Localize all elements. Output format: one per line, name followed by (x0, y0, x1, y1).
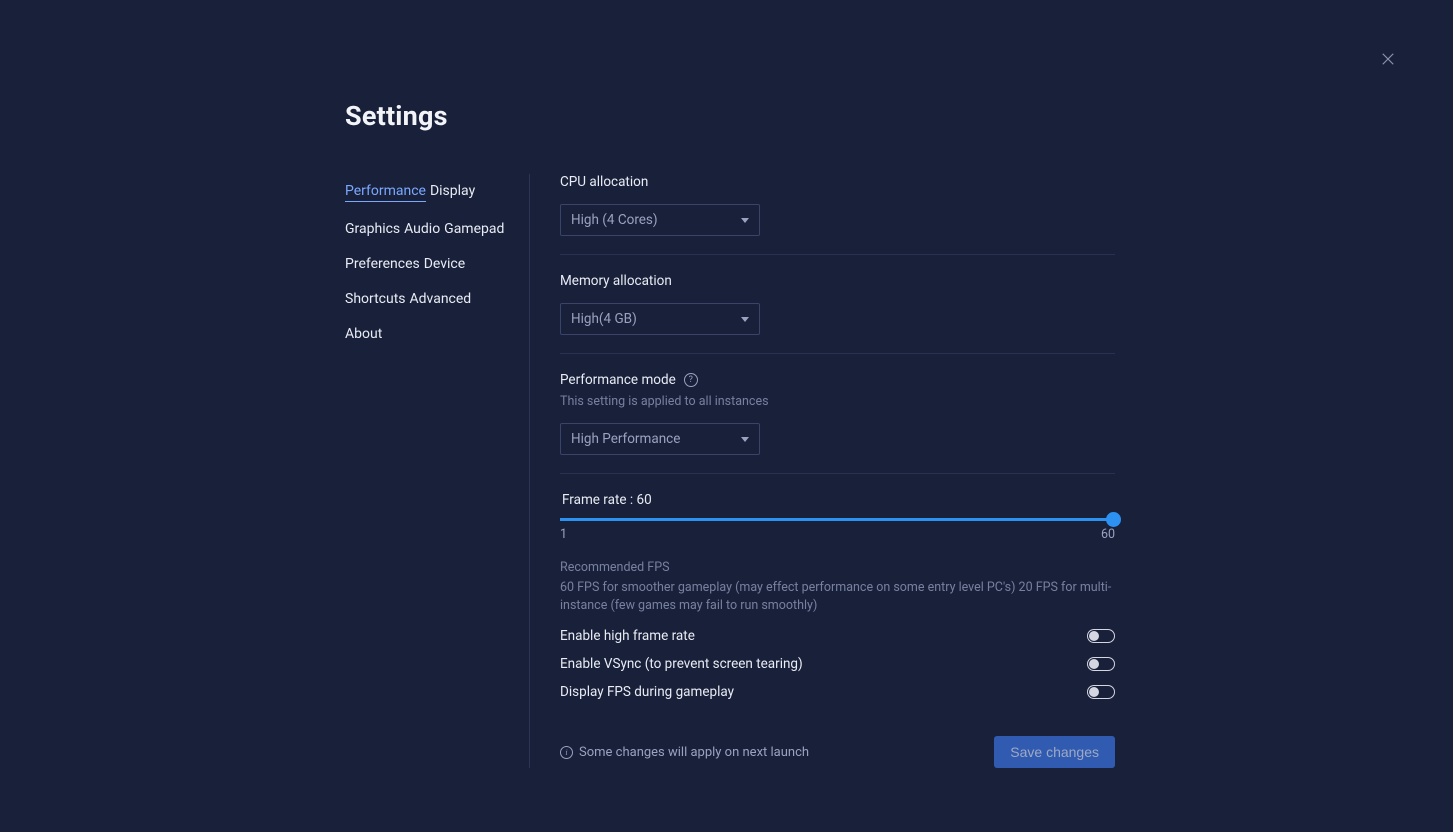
close-button[interactable] (1379, 50, 1401, 72)
chevron-down-icon (741, 317, 749, 322)
sidebar-item-preferences[interactable]: Preferences (345, 256, 420, 272)
enable-vsync-label: Enable VSync (to prevent screen tearing) (560, 656, 803, 672)
settings-content: CPU allocation High (4 Cores) Memory all… (530, 174, 1115, 768)
chevron-down-icon (741, 218, 749, 223)
memory-allocation-label: Memory allocation (560, 273, 1115, 289)
performance-mode-value: High Performance (571, 431, 680, 447)
frame-rate-label: Frame rate : 60 (562, 492, 1115, 508)
frame-rate-max: 60 (1101, 527, 1115, 542)
performance-mode-select[interactable]: High Performance (560, 423, 760, 455)
settings-sidebar: Performance Display Graphics Audio Gamep… (345, 174, 530, 768)
sidebar-item-gamepad[interactable]: Gamepad (444, 221, 504, 237)
frame-rate-section: Frame rate : 60 1 60 Recommended FPS 60 … (560, 492, 1115, 700)
sidebar-item-performance[interactable]: Performance (345, 183, 426, 202)
cpu-allocation-section: CPU allocation High (4 Cores) (560, 174, 1115, 255)
memory-allocation-select[interactable]: High(4 GB) (560, 303, 760, 335)
display-fps-row: Display FPS during gameplay (560, 684, 1115, 700)
sidebar-item-graphics[interactable]: Graphics (345, 221, 400, 237)
toggle-knob (1089, 687, 1099, 697)
enable-vsync-row: Enable VSync (to prevent screen tearing) (560, 656, 1115, 672)
display-fps-label: Display FPS during gameplay (560, 684, 734, 700)
performance-mode-sublabel: This setting is applied to all instances (560, 394, 1115, 409)
cpu-allocation-label: CPU allocation (560, 174, 1115, 190)
enable-vsync-toggle[interactable] (1087, 657, 1115, 671)
toggle-knob (1089, 631, 1099, 641)
performance-mode-label: Performance mode ? (560, 372, 1115, 388)
memory-allocation-section: Memory allocation High(4 GB) (560, 273, 1115, 354)
sidebar-item-advanced[interactable]: Advanced (410, 291, 472, 307)
sidebar-item-display[interactable]: Display (430, 183, 475, 199)
toggle-knob (1089, 659, 1099, 669)
frame-rate-slider-thumb[interactable] (1106, 512, 1121, 527)
sidebar-item-device[interactable]: Device (424, 256, 465, 272)
recommended-fps-body: 60 FPS for smoother gameplay (may effect… (560, 579, 1115, 614)
footer-info: i Some changes will apply on next launch (560, 745, 809, 760)
save-changes-button[interactable]: Save changes (994, 736, 1115, 768)
frame-rate-min: 1 (560, 527, 567, 542)
memory-allocation-value: High(4 GB) (571, 311, 637, 327)
frame-rate-slider[interactable] (560, 518, 1115, 521)
performance-mode-section: Performance mode ? This setting is appli… (560, 372, 1115, 474)
help-icon[interactable]: ? (684, 373, 698, 387)
enable-high-frame-label: Enable high frame rate (560, 628, 695, 644)
enable-high-frame-row: Enable high frame rate (560, 628, 1115, 644)
frame-rate-range: 1 60 (560, 527, 1115, 542)
enable-high-frame-toggle[interactable] (1087, 629, 1115, 643)
recommended-fps-title: Recommended FPS (560, 560, 1115, 575)
settings-footer: i Some changes will apply on next launch… (560, 736, 1115, 768)
sidebar-item-shortcuts[interactable]: Shortcuts (345, 291, 406, 307)
sidebar-item-audio[interactable]: Audio (404, 221, 440, 237)
display-fps-toggle[interactable] (1087, 685, 1115, 699)
page-title: Settings (345, 100, 1115, 132)
cpu-allocation-value: High (4 Cores) (571, 212, 658, 228)
chevron-down-icon (741, 437, 749, 442)
cpu-allocation-select[interactable]: High (4 Cores) (560, 204, 760, 236)
sidebar-item-about[interactable]: About (345, 326, 382, 342)
close-icon (1379, 50, 1397, 68)
info-icon: i (560, 746, 573, 759)
